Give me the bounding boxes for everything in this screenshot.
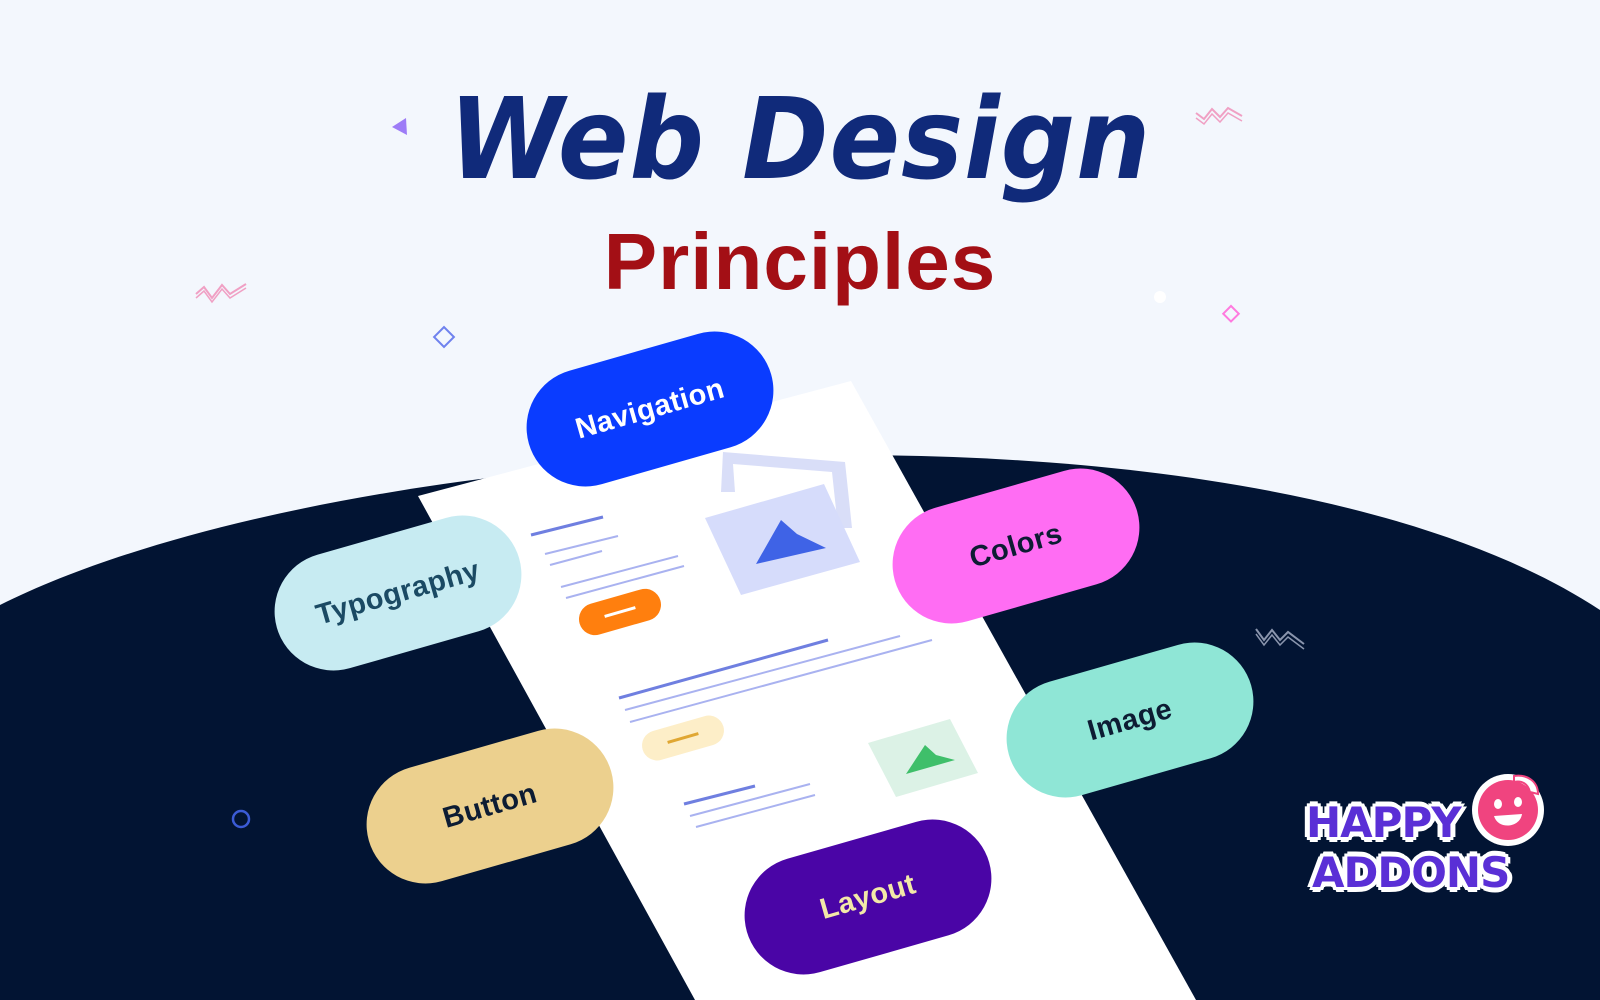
diamond-decoration [1221, 304, 1241, 323]
pill-label: Layout [816, 867, 920, 926]
pill-label: Colors [965, 517, 1066, 574]
happy-addons-logo: HAPPY ADDONS [1306, 774, 1544, 902]
smiley-face-icon [1472, 774, 1544, 846]
pill-label: Navigation [571, 372, 728, 446]
logo-text-happy: HAPPY [1306, 798, 1462, 847]
page-title: Web Design [448, 75, 1152, 205]
pill-label: Button [439, 776, 541, 835]
page-subtitle: Principles [603, 217, 997, 306]
pill-label: Typography [312, 553, 484, 632]
logo-text-addons: ADDONS [1312, 848, 1510, 897]
pill-label: Image [1083, 692, 1176, 747]
diamond-decoration [432, 325, 456, 349]
banner: Web Design Principles Navigation Typogra… [0, 0, 1600, 1000]
